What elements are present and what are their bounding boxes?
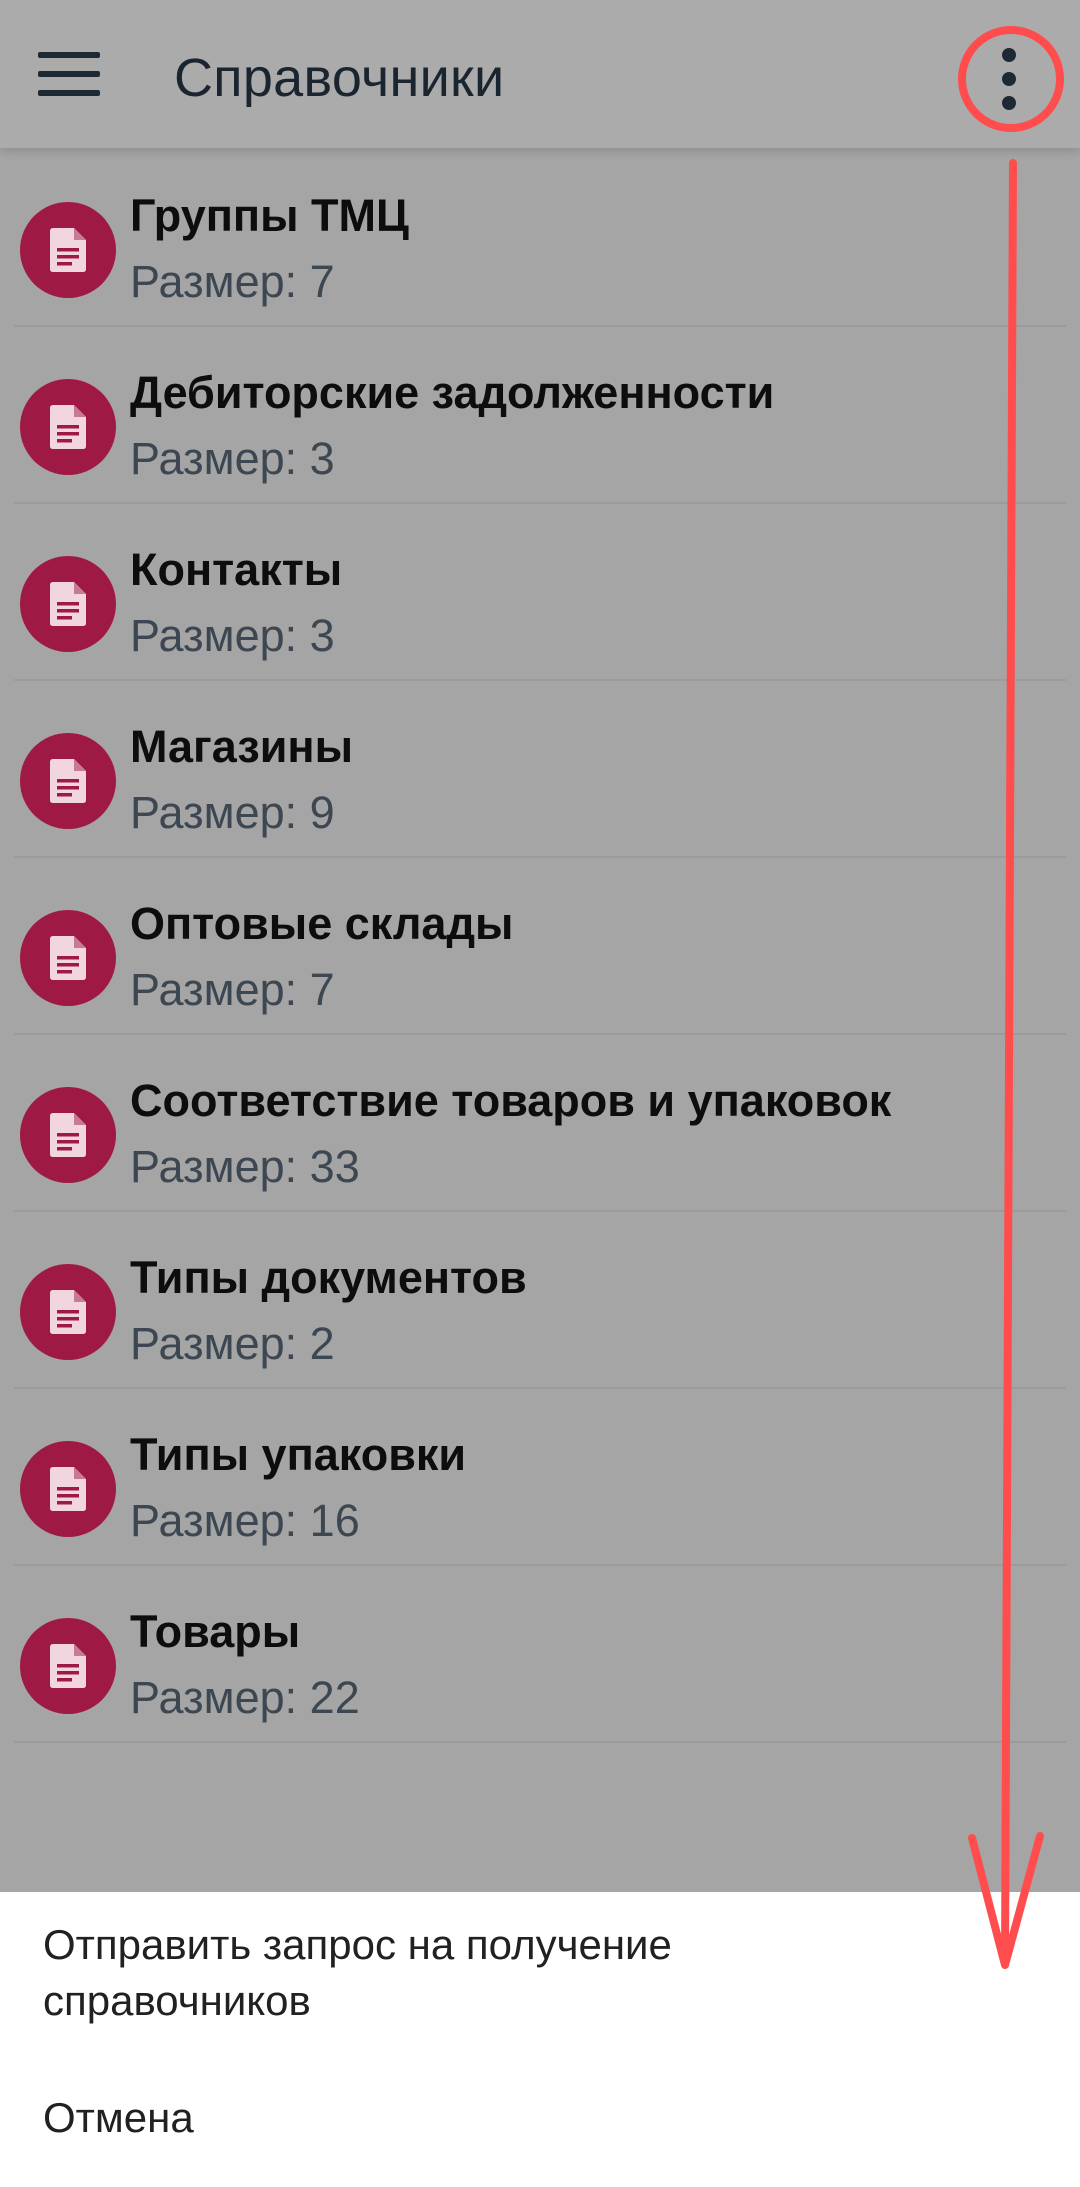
list-item-size: Размер: 7 bbox=[130, 256, 335, 307]
list-item[interactable]: Контакты Размер: 3 bbox=[0, 504, 1080, 681]
document-icon bbox=[20, 379, 116, 475]
list-item-size: Размер: 3 bbox=[130, 433, 335, 484]
list-item-size: Размер: 7 bbox=[130, 964, 335, 1015]
list-item[interactable]: Магазины Размер: 9 bbox=[0, 681, 1080, 858]
list-item-title: Группы ТМЦ bbox=[130, 190, 409, 241]
cancel-button[interactable]: Отмена bbox=[43, 2090, 194, 2146]
list-item[interactable]: Оптовые склады Размер: 7 bbox=[0, 858, 1080, 1035]
more-vertical-icon[interactable] bbox=[972, 34, 1046, 124]
list-item[interactable]: Соответствие товаров и упаковок Размер: 3… bbox=[0, 1035, 1080, 1212]
list-item-title: Соответствие товаров и упаковок bbox=[130, 1075, 892, 1126]
list-item-size: Размер: 9 bbox=[130, 787, 335, 838]
list-item-size: Размер: 3 bbox=[130, 610, 335, 661]
document-icon bbox=[20, 910, 116, 1006]
list-item[interactable]: Типы упаковки Размер: 16 bbox=[0, 1389, 1080, 1566]
list-item-title: Дебиторские задолженности bbox=[130, 367, 775, 418]
list-item-title: Контакты bbox=[130, 544, 343, 595]
bottom-sheet-menu: Отправить запрос на получение справочник… bbox=[0, 1892, 1080, 2187]
list-item-size: Размер: 16 bbox=[130, 1495, 360, 1546]
list-item-title: Оптовые склады bbox=[130, 898, 514, 949]
list-item-title: Магазины bbox=[130, 721, 354, 772]
document-icon bbox=[20, 1618, 116, 1714]
page-title: Справочники bbox=[174, 48, 505, 108]
request-directories-button[interactable]: Отправить запрос на получение справочник… bbox=[43, 1917, 923, 2029]
list-item[interactable]: Дебиторские задолженности Размер: 3 bbox=[0, 327, 1080, 504]
list-item-size: Размер: 22 bbox=[130, 1672, 360, 1723]
list-item-title: Типы упаковки bbox=[130, 1429, 467, 1480]
list-item[interactable]: Группы ТМЦ Размер: 7 bbox=[0, 150, 1080, 327]
list-item[interactable]: Товары Размер: 22 bbox=[0, 1566, 1080, 1743]
document-icon bbox=[20, 1087, 116, 1183]
document-icon bbox=[20, 556, 116, 652]
document-icon bbox=[20, 1264, 116, 1360]
hamburger-menu-icon[interactable] bbox=[38, 50, 102, 98]
list-item-title: Товары bbox=[130, 1606, 301, 1657]
divider bbox=[14, 1741, 1066, 1743]
document-icon bbox=[20, 733, 116, 829]
document-icon bbox=[20, 1441, 116, 1537]
app-bar: Справочники bbox=[0, 0, 1080, 148]
list-item-size: Размер: 2 bbox=[130, 1318, 335, 1369]
list-item-size: Размер: 33 bbox=[130, 1141, 360, 1192]
document-icon bbox=[20, 202, 116, 298]
list-item[interactable]: Типы документов Размер: 2 bbox=[0, 1212, 1080, 1389]
list-item-title: Типы документов bbox=[130, 1252, 527, 1303]
